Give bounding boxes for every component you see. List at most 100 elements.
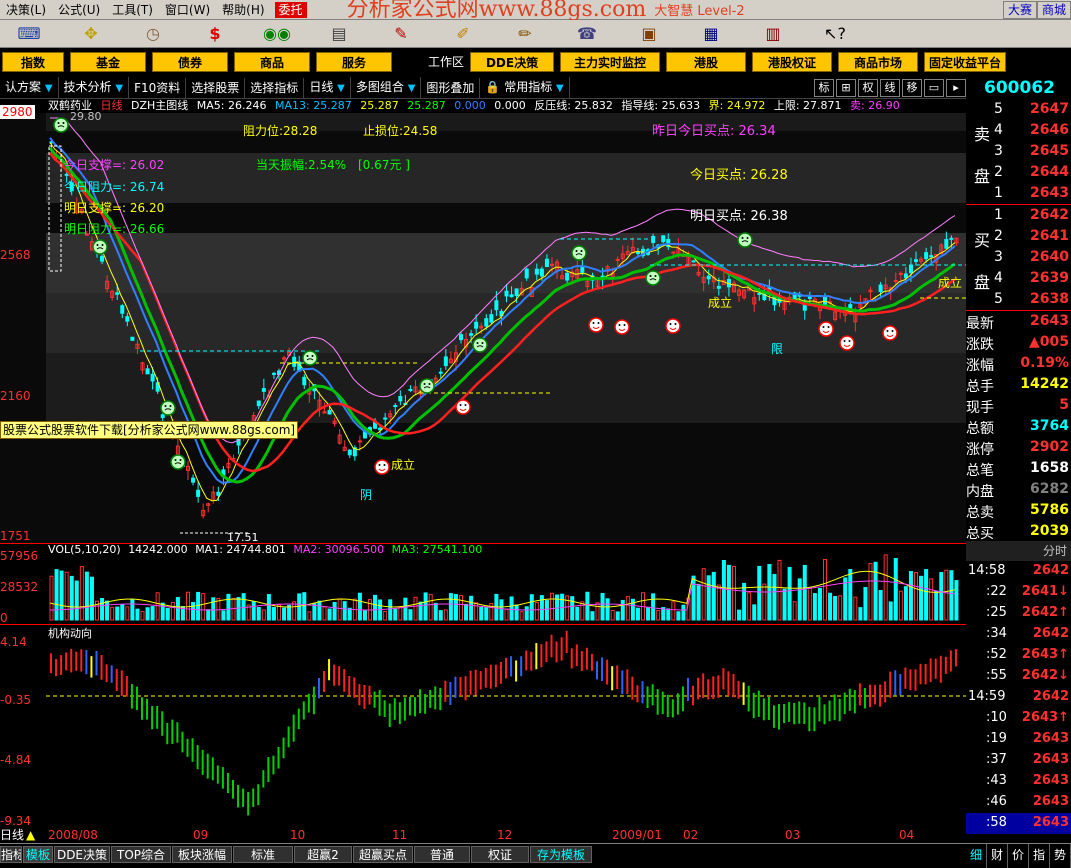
toolbar-select-indicator[interactable]: 选择指标: [245, 77, 305, 98]
tab-normal[interactable]: 普通: [414, 846, 470, 863]
volume-bar: [752, 604, 757, 621]
menu-formula[interactable]: 公式(U): [52, 0, 106, 20]
rights-button[interactable]: 权: [858, 78, 878, 97]
xaxis-up-icon[interactable]: ▲: [26, 828, 35, 843]
phone-icon[interactable]: ☎: [558, 23, 616, 45]
side-tab-finance[interactable]: 财: [987, 844, 1008, 868]
side-tab-trend[interactable]: 势: [1050, 844, 1071, 868]
promo-banner[interactable]: 股票公式股票软件下载[分析家公式网www.88gs.com]: [0, 421, 299, 439]
tab-dde[interactable]: DDE决策: [54, 846, 110, 863]
volume-bar: [646, 606, 651, 621]
sell-row-2[interactable]: 2 2644: [966, 162, 1071, 183]
workspace-label[interactable]: 工作区: [428, 52, 464, 72]
side-tabs: 细 财 价 指 势: [966, 843, 1071, 868]
side-tab-index[interactable]: 指: [1029, 844, 1050, 868]
tab-template[interactable]: 模板: [23, 846, 53, 863]
sell-row-5[interactable]: 5 2647: [966, 99, 1071, 120]
window-icon[interactable]: ▦: [682, 23, 740, 45]
move-button[interactable]: 移: [902, 78, 922, 97]
tab-chaoying2[interactable]: 超赢2: [294, 846, 352, 863]
tab-sector[interactable]: 板块涨幅: [172, 846, 232, 863]
tab-warrant[interactable]: 权证: [471, 846, 529, 863]
tab-top[interactable]: TOP综合: [111, 846, 171, 863]
volume-bar: [762, 583, 767, 621]
nav-dde[interactable]: DDE决策: [470, 52, 555, 72]
volume-bar: [504, 608, 509, 621]
tab-save-template[interactable]: 存为模板: [530, 846, 592, 863]
chart-icon[interactable]: ✎: [372, 23, 430, 45]
volume-bar: [858, 607, 863, 621]
toolbar-multi[interactable]: 多图组合 ▼: [351, 76, 422, 99]
clock-icon[interactable]: ◷: [124, 23, 182, 45]
stat-value: 6282: [1030, 481, 1069, 497]
nav-service[interactable]: 服务: [316, 52, 392, 72]
toolbar-tech[interactable]: 技术分析 ▼: [59, 76, 130, 99]
weituo-button[interactable]: 委托: [274, 1, 307, 18]
side-tab-detail[interactable]: 细: [966, 844, 987, 868]
volume-bar: [853, 596, 858, 621]
mall-button[interactable]: 商城: [1036, 1, 1071, 19]
xaxis-period[interactable]: 日线: [0, 828, 24, 843]
play-button[interactable]: ▸: [946, 78, 966, 97]
toolbar-select-stock[interactable]: 选择股票: [186, 77, 246, 98]
buy-row-1[interactable]: 1 2642: [966, 205, 1071, 226]
ticks-header[interactable]: 分时: [966, 541, 1071, 561]
tick-price: 2642: [1032, 626, 1069, 641]
ruler-icon[interactable]: ✏: [496, 23, 554, 45]
nav-fund[interactable]: 基金: [70, 52, 146, 72]
tab-chaoying-buy[interactable]: 超赢买点: [353, 846, 413, 863]
tab-standard[interactable]: 标准: [233, 846, 293, 863]
money-icon[interactable]: $: [186, 23, 244, 45]
toolbar-period[interactable]: 日线 ▼: [304, 76, 351, 99]
nav-fixed-income[interactable]: 固定收益平台: [924, 52, 1007, 72]
nav-index[interactable]: 指数: [2, 52, 64, 72]
menu-help[interactable]: 帮助(H): [216, 0, 270, 20]
volume-bar: [747, 592, 752, 621]
pen-icon[interactable]: ✐: [434, 23, 492, 45]
buy-row-5[interactable]: 5 2638: [966, 289, 1071, 310]
side-tab-price[interactable]: 价: [1008, 844, 1029, 868]
menu-decision[interactable]: 决策(L): [0, 0, 52, 20]
buy-row-3[interactable]: 3 2640: [966, 247, 1071, 268]
contest-button[interactable]: 大赛: [1002, 1, 1037, 19]
tick-time: :46: [986, 794, 1007, 809]
signal-face-icon: [588, 317, 604, 333]
keyboard-icon[interactable]: ⌨: [0, 23, 58, 45]
buy-row-4[interactable]: 4 2639: [966, 268, 1071, 289]
toolbar-overlay[interactable]: 图形叠加: [421, 77, 481, 98]
sell-row-1[interactable]: 1 2643: [966, 183, 1071, 204]
volume-bar: [919, 575, 924, 621]
nav-commodity[interactable]: 商品: [234, 52, 310, 72]
wallet-icon[interactable]: ▣: [620, 23, 678, 45]
window-button[interactable]: ▭: [924, 78, 944, 97]
nav-hk[interactable]: 港股: [666, 52, 747, 72]
volume-bar: [757, 565, 762, 621]
sell-row-4[interactable]: 4 2646: [966, 120, 1071, 141]
help-cursor-icon[interactable]: ↖?: [806, 23, 864, 45]
toolbar-common[interactable]: 🔒 常用指标 ▼: [480, 76, 570, 99]
nav-hk-warrant[interactable]: 港股权证: [752, 52, 833, 72]
toolbar-scheme[interactable]: 认方案 ▼: [0, 76, 59, 99]
menu-window[interactable]: 窗口(W): [159, 0, 216, 20]
toolbar-f10[interactable]: F10资料: [129, 77, 187, 98]
volume-bar: [908, 571, 913, 621]
nav-main-force[interactable]: 主力实时监控: [560, 52, 661, 72]
candle-body: [489, 314, 494, 323]
sell-row-3[interactable]: 3 2645: [966, 141, 1071, 162]
grid-button[interactable]: ⊞: [836, 78, 856, 97]
binoculars-icon[interactable]: ◉◉: [248, 23, 306, 45]
signal-face-icon: [737, 232, 753, 248]
menu-tools[interactable]: 工具(T): [106, 0, 159, 20]
tab-indicator[interactable]: 指标: [0, 846, 22, 863]
nav-bond[interactable]: 债券: [152, 52, 228, 72]
mark-button[interactable]: 标: [814, 78, 834, 97]
tick-price: 2643: [1032, 815, 1069, 830]
nav-commodity-market[interactable]: 商品市场: [838, 52, 919, 72]
news-icon[interactable]: ▤: [310, 23, 368, 45]
buy-row-2[interactable]: 2 2641: [966, 226, 1071, 247]
books-icon[interactable]: ▥: [744, 23, 802, 45]
line-button[interactable]: 线: [880, 78, 900, 97]
candle-body: [716, 285, 721, 289]
move-icon[interactable]: ✥: [62, 23, 120, 45]
indicator-bars: [46, 630, 966, 816]
